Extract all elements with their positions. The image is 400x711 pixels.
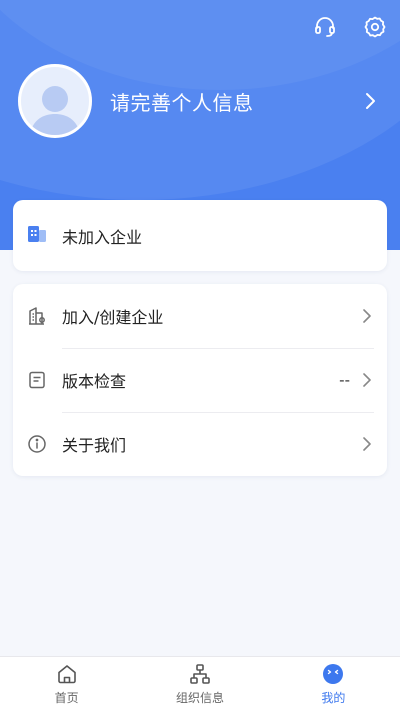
chevron-right-icon[interactable] — [358, 89, 382, 113]
avatar[interactable] — [18, 64, 92, 138]
settings-menu: 加入/创建企业 版本检查 -- 关于我们 — [13, 284, 387, 476]
menu-item-label: 关于我们 — [62, 436, 127, 455]
profile-row[interactable]: 请完善个人信息 — [18, 64, 382, 138]
menu-item-about-us[interactable]: 关于我们 — [26, 412, 374, 476]
document-icon — [26, 369, 48, 391]
nav-organization[interactable]: 组织信息 — [133, 657, 266, 711]
gear-icon[interactable] — [362, 14, 388, 40]
chevron-right-icon — [358, 372, 374, 388]
menu-item-join-company[interactable]: 加入/创建企业 — [26, 284, 374, 348]
company-status-label: 未加入企业 — [62, 227, 143, 247]
nav-label: 组织信息 — [175, 691, 224, 705]
chevron-right-icon — [358, 436, 374, 452]
company-status-card: 未加入企业 — [13, 200, 387, 271]
headset-icon[interactable] — [312, 14, 338, 40]
menu-item-label: 版本检查 — [62, 372, 127, 391]
bottom-nav: 首页 组织信息 我的 — [0, 656, 400, 711]
profile-face-icon — [321, 662, 345, 686]
org-chart-icon — [188, 662, 212, 686]
nav-label: 我的 — [321, 691, 346, 705]
building-join-icon — [26, 305, 48, 327]
menu-item-label: 加入/创建企业 — [62, 308, 164, 327]
nav-mine[interactable]: 我的 — [267, 657, 400, 711]
version-value: -- — [339, 371, 350, 389]
menu-item-version-check[interactable]: 版本检查 -- — [26, 348, 374, 412]
building-icon — [26, 223, 48, 249]
header-actions — [312, 14, 388, 40]
nav-label: 首页 — [54, 691, 79, 705]
home-icon — [55, 662, 79, 686]
nav-home[interactable]: 首页 — [0, 657, 133, 711]
profile-prompt[interactable]: 请完善个人信息 — [110, 87, 358, 116]
profile-screen: 请完善个人信息 未加入企业 加入/创建企业 版本检查 -- 关于我们 首页 组织… — [0, 0, 400, 711]
chevron-right-icon — [358, 308, 374, 324]
info-icon — [26, 433, 48, 455]
